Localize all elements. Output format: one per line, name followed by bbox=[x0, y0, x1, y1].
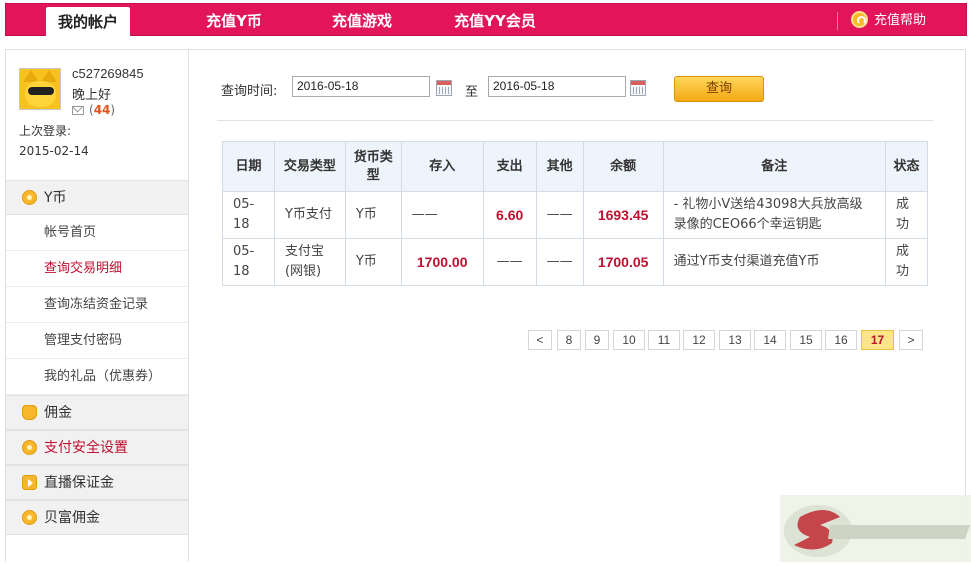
help-icon bbox=[850, 11, 868, 28]
sidebar-group-commission[interactable]: 佣金 bbox=[6, 395, 188, 430]
play-icon bbox=[22, 475, 37, 490]
end-date-input[interactable]: 2016-05-18 bbox=[488, 76, 626, 97]
sidebar-item-payment-password[interactable]: 管理支付密码 bbox=[6, 323, 188, 359]
sidebar-menu: Y币 帐号首页 查询交易明细 查询冻结资金记录 管理支付密码 我的礼品（优惠券）… bbox=[6, 180, 188, 535]
next-page-button[interactable]: > bbox=[899, 330, 923, 350]
sidebar-group-ybi[interactable]: Y币 bbox=[6, 180, 188, 215]
watermark-graphic bbox=[784, 505, 970, 557]
page-button[interactable]: 11 bbox=[648, 330, 680, 350]
to-label: 至 bbox=[465, 85, 479, 100]
column-header: 其他 bbox=[535, 141, 584, 192]
sidebar-group-beifu-label: 贝富佣金 bbox=[44, 510, 100, 526]
money-bag-icon bbox=[22, 405, 37, 420]
query-button[interactable]: 查询 bbox=[674, 76, 764, 102]
column-header: 货币类型 bbox=[344, 141, 402, 192]
table-header-row: 日期 交易类型 货币类型 存入 支出 其他 余额 备注 状态 bbox=[222, 141, 929, 192]
tab-recharge-ybi[interactable]: 充值Y币 bbox=[194, 4, 274, 37]
page-button[interactable]: 14 bbox=[754, 330, 786, 350]
column-header: 存入 bbox=[400, 141, 484, 192]
cell-date: 05-18 bbox=[222, 191, 275, 239]
column-header: 日期 bbox=[222, 141, 275, 192]
cell-balance: 1693.45 bbox=[582, 191, 664, 239]
table-row: 05-18 Y币支付 Y币 —— 6.60 —— 1693.45 - 礼物小V送… bbox=[222, 191, 929, 239]
sidebar-item-frozen-funds[interactable]: 查询冻结资金记录 bbox=[6, 287, 188, 323]
column-header: 支出 bbox=[482, 141, 537, 192]
nav-divider bbox=[837, 12, 838, 30]
sidebar-group-commission-label: 佣金 bbox=[44, 405, 72, 421]
avatar-glasses bbox=[28, 87, 54, 95]
cell-in: 1700.00 bbox=[400, 238, 484, 286]
cell-other: —— bbox=[535, 191, 584, 239]
prev-page-button[interactable]: < bbox=[528, 330, 552, 350]
avatar[interactable] bbox=[19, 68, 61, 110]
cell-note: 通过Y币支付渠道充值Y币 bbox=[662, 238, 886, 286]
mail-link[interactable]: (44) bbox=[72, 103, 115, 117]
sidebar-group-ybi-label: Y币 bbox=[44, 190, 67, 206]
page-button[interactable]: 8 bbox=[557, 330, 581, 350]
main-content: 查询时间: 2016-05-18 至 2016-05-18 查询 日期 交易类型… bbox=[189, 49, 966, 562]
column-header: 备注 bbox=[662, 141, 886, 192]
username: c527269845 bbox=[72, 66, 144, 81]
cell-status: 成功 bbox=[884, 191, 929, 239]
cell-status: 成功 bbox=[884, 238, 929, 286]
cell-currency: Y币 bbox=[344, 238, 402, 286]
cell-type: Y币支付 bbox=[273, 191, 346, 239]
cell-out: —— bbox=[482, 238, 537, 286]
sidebar-item-my-gifts[interactable]: 我的礼品（优惠券） bbox=[6, 359, 188, 395]
coin-icon bbox=[22, 440, 37, 455]
column-header: 余额 bbox=[582, 141, 664, 192]
cell-other: —— bbox=[535, 238, 584, 286]
mail-count: 44 bbox=[93, 103, 111, 117]
sidebar-item-transaction-details[interactable]: 查询交易明细 bbox=[6, 251, 188, 287]
coin-icon bbox=[22, 510, 37, 525]
page-button[interactable]: 15 bbox=[790, 330, 822, 350]
mail-icon bbox=[72, 106, 84, 115]
cell-date: 05-18 bbox=[222, 238, 275, 286]
sidebar-group-beifu-commission[interactable]: 贝富佣金 bbox=[6, 500, 188, 535]
divider bbox=[217, 120, 933, 121]
query-time-label: 查询时间: bbox=[221, 84, 278, 99]
cell-out: 6.60 bbox=[482, 191, 537, 239]
start-date-input[interactable]: 2016-05-18 bbox=[292, 76, 430, 97]
page-button[interactable]: 12 bbox=[683, 330, 715, 350]
recharge-help-link[interactable]: 充值帮助 bbox=[850, 4, 926, 37]
top-nav: 我的帐户 充值Y币 充值游戏 充值YY会员 充值帮助 bbox=[5, 3, 967, 37]
calendar-icon[interactable] bbox=[630, 80, 646, 96]
calendar-icon[interactable] bbox=[436, 80, 452, 96]
page-button[interactable]: 16 bbox=[825, 330, 857, 350]
sidebar-group-live-deposit-label: 直播保证金 bbox=[44, 475, 114, 491]
recharge-help-label: 充值帮助 bbox=[873, 13, 926, 28]
tab-my-account[interactable]: 我的帐户 bbox=[46, 7, 130, 37]
mail-count-close: ) bbox=[110, 103, 116, 117]
cell-in: —— bbox=[400, 191, 484, 239]
sidebar-group-payment-security-label: 支付安全设置 bbox=[44, 440, 128, 456]
column-header: 状态 bbox=[884, 141, 929, 192]
transaction-table: 日期 交易类型 货币类型 存入 支出 其他 余额 备注 状态 05-18 Y币支… bbox=[222, 141, 929, 286]
tab-recharge-yy-vip[interactable]: 充值YY会员 bbox=[444, 4, 546, 37]
cell-currency: Y币 bbox=[344, 191, 402, 239]
cell-balance: 1700.05 bbox=[582, 238, 664, 286]
page-button[interactable]: 9 bbox=[585, 330, 609, 350]
page-button[interactable]: 10 bbox=[613, 330, 645, 350]
column-header: 交易类型 bbox=[273, 141, 346, 192]
sidebar-group-live-deposit[interactable]: 直播保证金 bbox=[6, 465, 188, 500]
sidebar-group-payment-security[interactable]: 支付安全设置 bbox=[6, 430, 188, 465]
tab-recharge-game[interactable]: 充值游戏 bbox=[322, 4, 402, 37]
page-button[interactable]: 13 bbox=[719, 330, 751, 350]
coin-icon bbox=[22, 190, 37, 205]
cell-note: - 礼物小V送给43098大兵放高级录像的CEO66个幸运钥匙 bbox=[662, 191, 886, 239]
greeting: 晚上好 bbox=[72, 88, 112, 103]
last-login-date: 2015-02-14 bbox=[19, 144, 89, 158]
cell-type: 支付宝(网银) bbox=[273, 238, 346, 286]
sidebar: c527269845 晚上好 (44) 上次登录: 2015-02-14 Y币 … bbox=[5, 49, 189, 562]
last-login-label: 上次登录: bbox=[19, 124, 72, 138]
table-row: 05-18 支付宝(网银) Y币 1700.00 —— —— 1700.05 通… bbox=[222, 238, 929, 286]
watermark-logo bbox=[780, 495, 971, 562]
current-page-button[interactable]: 17 bbox=[861, 330, 894, 350]
sidebar-item-account-home[interactable]: 帐号首页 bbox=[6, 215, 188, 251]
